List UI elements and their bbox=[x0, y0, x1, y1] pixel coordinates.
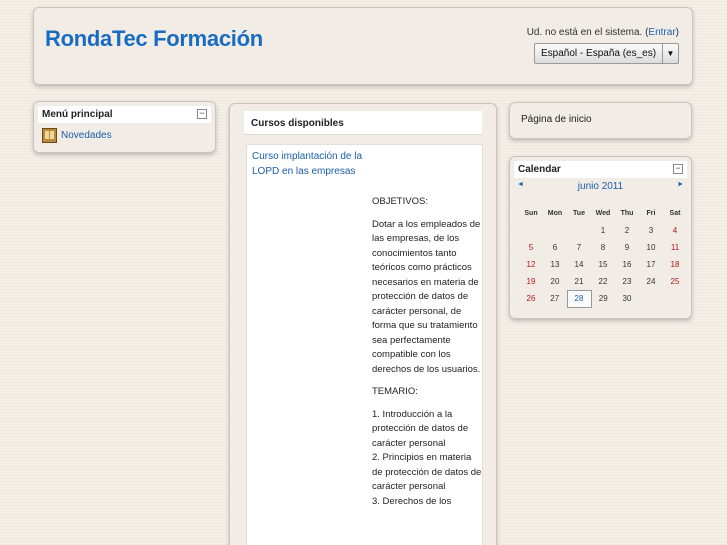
site-header: RondaTec Formación Ud. no está en el sis… bbox=[33, 7, 693, 85]
calendar-day[interactable]: 30 bbox=[615, 290, 639, 307]
calendar-day[interactable]: 26 bbox=[519, 290, 543, 307]
main-menu-header: Menú principal − bbox=[38, 106, 211, 123]
calendar-day[interactable]: 12 bbox=[519, 256, 543, 273]
calendar-title: Calendar bbox=[518, 164, 561, 175]
calendar-day[interactable]: 17 bbox=[639, 256, 663, 273]
calendar-days: 1 2 3 4 5 6 7 8 9 10 11 12 13 14 15 16 17 18 19 20 21 22 23 24 2… bbox=[519, 222, 687, 308]
calendar-nav: ◄ junio 2011 ► bbox=[517, 181, 684, 195]
course-desc-syllabus-text: 1. Introducción a la protección de datos… bbox=[372, 408, 482, 507]
calendar-day bbox=[639, 290, 663, 307]
calendar-day[interactable]: 15 bbox=[591, 256, 615, 273]
calendar-day[interactable]: 6 bbox=[543, 239, 567, 256]
calendar-day[interactable]: 8 bbox=[591, 239, 615, 256]
calendar-grid: Sun Mon Tue Wed Thu Fri Sat 1 2 3 4 5 6 7 8 9 10 11 12 13 1… bbox=[519, 205, 688, 308]
calendar-day[interactable]: 7 bbox=[567, 239, 591, 256]
calendar-day-today[interactable]: 28 bbox=[566, 289, 592, 308]
calendar-day bbox=[567, 222, 591, 239]
weekday-label: Sat bbox=[669, 210, 681, 217]
calendar-week: 19 20 21 22 23 24 25 bbox=[519, 273, 687, 290]
calendar-day[interactable]: 1 bbox=[591, 222, 615, 239]
login-info: Ud. no está en el sistema. (Entrar) bbox=[526, 27, 679, 38]
calendar-day[interactable]: 27 bbox=[543, 290, 567, 307]
language-select[interactable]: Español - España (es_es) ▼ bbox=[534, 43, 679, 64]
weekday-label: Tue bbox=[573, 210, 585, 217]
calendar-week: 26 27 28 29 30 bbox=[519, 289, 687, 308]
calendar-block: Calendar − ◄ junio 2011 ► Sun Mon Tue Wed Th… bbox=[509, 156, 692, 319]
home-block: Página de inicio bbox=[509, 102, 692, 139]
courses-title: Cursos disponibles bbox=[251, 118, 344, 129]
course-desc-objectives-text: Dotar a los empleados de las empresas, d… bbox=[372, 218, 481, 375]
calendar-week: 5 6 7 8 9 10 11 bbox=[519, 239, 687, 256]
calendar-day[interactable]: 10 bbox=[639, 239, 663, 256]
login-link[interactable]: Entrar bbox=[648, 27, 675, 38]
calendar-day[interactable]: 19 bbox=[519, 273, 543, 290]
weekday-label: Fri bbox=[646, 210, 656, 217]
calendar-header: Calendar − bbox=[514, 161, 687, 178]
calendar-day[interactable]: 21 bbox=[567, 273, 591, 290]
calendar-day[interactable]: 14 bbox=[567, 256, 591, 273]
main-menu-title: Menú principal bbox=[42, 109, 113, 120]
weekday-label: Sun bbox=[524, 210, 538, 217]
calendar-day[interactable]: 9 bbox=[615, 239, 639, 256]
weekday-label: Wed bbox=[595, 210, 611, 217]
calendar-day bbox=[543, 222, 567, 239]
weekday-label: Thu bbox=[620, 210, 634, 217]
calendar-day[interactable]: 11 bbox=[663, 239, 687, 256]
calendar-day[interactable]: 3 bbox=[639, 222, 663, 239]
course-description: OBJETIVOS: Dotar a los empleados de las … bbox=[372, 195, 482, 517]
calendar-day[interactable]: 2 bbox=[615, 222, 639, 239]
home-page-label: Página de inicio bbox=[521, 114, 592, 125]
collapse-icon[interactable]: − bbox=[673, 164, 683, 174]
arrow-right-icon[interactable]: ► bbox=[677, 181, 684, 188]
collapse-icon[interactable]: − bbox=[197, 109, 207, 119]
menu-item-news[interactable]: Novedades bbox=[42, 128, 112, 143]
login-status-text: Ud. no está en el sistema. bbox=[526, 27, 643, 38]
calendar-day bbox=[663, 290, 687, 307]
calendar-week: 1234 bbox=[519, 222, 687, 239]
language-select-value: Español - España (es_es) bbox=[541, 48, 657, 59]
calendar-day[interactable]: 24 bbox=[639, 273, 663, 290]
site-title[interactable]: RondaTec Formación bbox=[45, 26, 263, 52]
course-desc-objectives-heading: OBJETIVOS: bbox=[372, 196, 428, 207]
calendar-month[interactable]: junio 2011 bbox=[517, 181, 684, 192]
weekday-label: Mon bbox=[547, 210, 563, 217]
calendar-day[interactable]: 4 bbox=[663, 222, 687, 239]
course-desc-syllabus-heading: TEMARIO: bbox=[372, 386, 418, 397]
news-icon bbox=[42, 128, 57, 143]
calendar-day[interactable]: 13 bbox=[543, 256, 567, 273]
calendar-day[interactable]: 23 bbox=[615, 273, 639, 290]
calendar-day[interactable]: 18 bbox=[663, 256, 687, 273]
calendar-day bbox=[519, 222, 543, 239]
calendar-day[interactable]: 5 bbox=[519, 239, 543, 256]
course-item: Curso implantación de la LOPD en las emp… bbox=[246, 144, 483, 545]
calendar-day[interactable]: 22 bbox=[591, 273, 615, 290]
calendar-day[interactable]: 16 bbox=[615, 256, 639, 273]
calendar-day[interactable]: 29 bbox=[591, 290, 615, 307]
calendar-day[interactable]: 25 bbox=[663, 273, 687, 290]
calendar-week: 12 13 14 15 16 17 18 bbox=[519, 256, 687, 273]
calendar-day[interactable]: 20 bbox=[543, 273, 567, 290]
course-link[interactable]: Curso implantación de la LOPD en las emp… bbox=[252, 150, 370, 179]
courses-block: Cursos disponibles Curso implantación de… bbox=[229, 103, 497, 545]
main-menu-block: Menú principal − Novedades bbox=[33, 101, 216, 153]
courses-header: Cursos disponibles bbox=[244, 111, 482, 135]
calendar-weekday-row: Sun Mon Tue Wed Thu Fri Sat bbox=[519, 205, 687, 222]
chevron-down-icon[interactable]: ▼ bbox=[662, 44, 678, 63]
menu-item-news-label[interactable]: Novedades bbox=[61, 130, 112, 141]
